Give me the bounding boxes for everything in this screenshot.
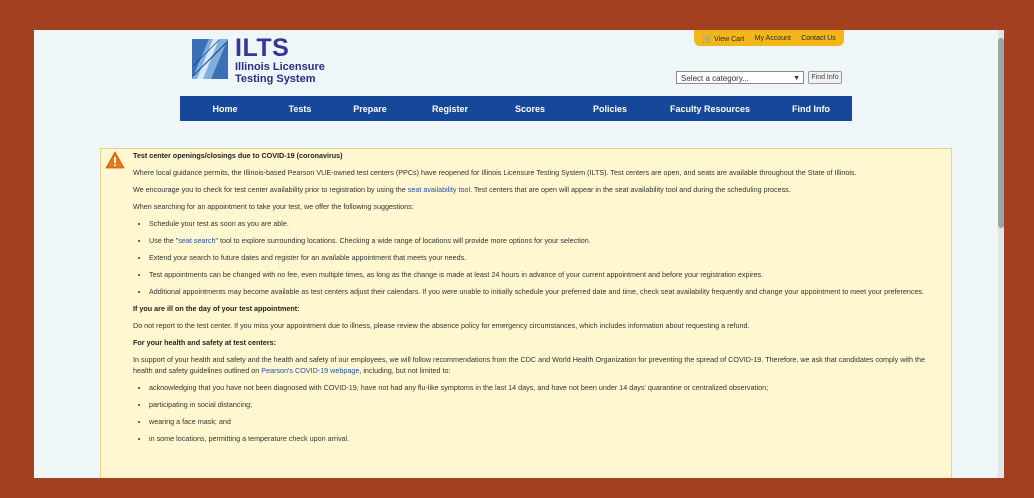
page-scrollbar[interactable]: [998, 30, 1004, 478]
seat-availability-tool-link[interactable]: seat availability tool: [408, 185, 470, 194]
logo-subtitle: Illinois Licensure Testing System: [235, 61, 325, 85]
suggestions-list: Schedule your test as soon as you are ab…: [133, 218, 941, 297]
alert-title: Test center openings/closings due to COV…: [133, 151, 343, 160]
seat-search-link[interactable]: seat search: [178, 236, 215, 245]
ill-text: Do not report to the test center. If you…: [133, 321, 750, 330]
list-item: participating in social distancing;: [149, 399, 941, 410]
list-item: wearing a face mask; and: [149, 416, 941, 427]
alert-paragraph-reopened: Where local guidance permits, the Illino…: [133, 168, 857, 177]
logo-subtitle-line1: Illinois Licensure: [235, 61, 325, 73]
nav-register[interactable]: Register: [410, 104, 490, 114]
contact-us-link[interactable]: Contact Us: [801, 35, 836, 42]
guidelines-list: acknowledging that you have not been dia…: [133, 382, 941, 444]
nav-policies[interactable]: Policies: [570, 104, 650, 114]
list-item: in some locations, permitting a temperat…: [149, 433, 941, 444]
ill-heading: If you are ill on the day of your test a…: [133, 304, 300, 313]
alert-body: Test center openings/closings due to COV…: [133, 150, 941, 450]
category-select[interactable]: Select a category... ▼: [676, 71, 804, 84]
alert-paragraph-availability: We encourage you to check for test cente…: [133, 185, 791, 194]
cart-icon: 🛒: [702, 33, 713, 43]
utility-links: 🛒 View Cart My Account Contact Us: [694, 30, 844, 46]
list-item: Test appointments can be changed with no…: [149, 269, 941, 280]
warning-icon: [105, 151, 125, 169]
main-nav: Home Tests Prepare Register Scores Polic…: [180, 96, 852, 121]
nav-find-info[interactable]: Find Info: [770, 104, 852, 114]
my-account-link[interactable]: My Account: [755, 35, 791, 42]
chevron-down-icon: ▼: [793, 75, 800, 82]
list-item: acknowledging that you have not been dia…: [149, 382, 941, 393]
ilts-logo[interactable]: ILTS Illinois Licensure Testing System: [189, 34, 325, 88]
list-item: Additional appointments may become avail…: [149, 286, 941, 297]
nav-home[interactable]: Home: [180, 104, 270, 114]
health-heading: For your health and safety at test cente…: [133, 338, 276, 347]
nav-tests[interactable]: Tests: [270, 104, 330, 114]
scrollbar-thumb[interactable]: [998, 38, 1004, 228]
pearson-covid-webpage-link[interactable]: Pearson's COVID-19 webpage: [261, 366, 359, 375]
nav-scores[interactable]: Scores: [490, 104, 570, 114]
view-cart-link[interactable]: 🛒 View Cart: [702, 34, 744, 43]
list-item: Use the "seat search" tool to explore su…: [149, 235, 941, 246]
browser-page: ILTS Illinois Licensure Testing System 🛒…: [34, 30, 998, 478]
nav-faculty-resources[interactable]: Faculty Resources: [650, 104, 770, 114]
alert-paragraph-suggestions-intro: When searching for an appointment to tak…: [133, 202, 414, 211]
list-item: Schedule your test as soon as you are ab…: [149, 218, 941, 229]
covid-alert-box: Test center openings/closings due to COV…: [100, 148, 952, 478]
logo-subtitle-line2: Testing System: [235, 73, 316, 85]
category-select-value: Select a category...: [681, 74, 749, 83]
logo-mark-icon: [192, 39, 228, 79]
health-text: In support of your health and safety and…: [133, 355, 925, 375]
nav-prepare[interactable]: Prepare: [330, 104, 410, 114]
logo-title: ILTS: [235, 34, 290, 62]
list-item: Extend your search to future dates and r…: [149, 252, 941, 263]
find-info-button[interactable]: Find Info: [808, 71, 842, 84]
